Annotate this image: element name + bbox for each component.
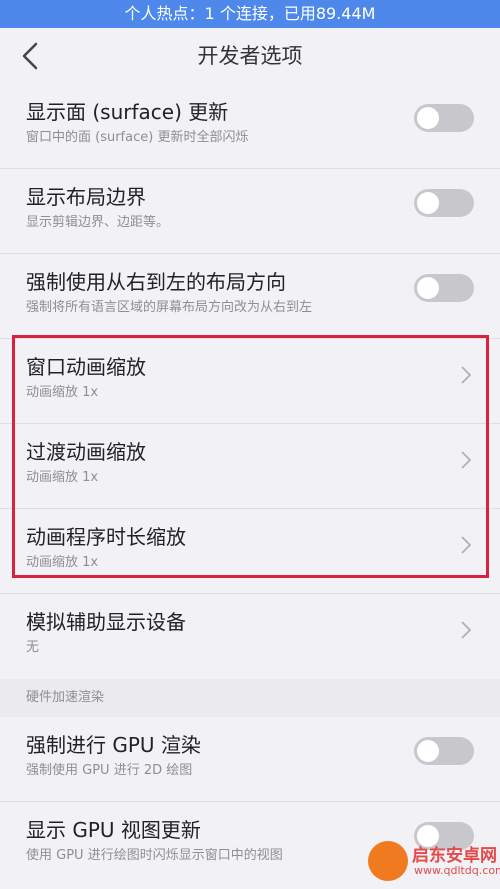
setting-simulate-secondary-displays[interactable]: 模拟辅助显示设备 无 xyxy=(0,594,500,679)
setting-title: 窗口动画缩放 xyxy=(26,355,146,379)
setting-transition-animation-scale[interactable]: 过渡动画缩放 动画缩放 1x xyxy=(0,424,500,509)
setting-subtitle: 无 xyxy=(26,640,40,655)
setting-title: 显示布局边界 xyxy=(26,185,146,209)
watermark-url: www.qdltdq.com xyxy=(414,864,500,877)
setting-subtitle: 动画缩放 1x xyxy=(26,385,99,400)
setting-subtitle: 使用 GPU 进行绘图时闪烁显示窗口中的视图 xyxy=(26,848,283,863)
chevron-right-icon xyxy=(461,366,472,384)
chevron-right-icon xyxy=(461,621,472,639)
chevron-right-icon xyxy=(461,451,472,469)
setting-title: 过渡动画缩放 xyxy=(26,440,146,464)
setting-title: 强制进行 GPU 渲染 xyxy=(26,733,201,757)
setting-title: 显示 GPU 视图更新 xyxy=(26,818,201,842)
setting-subtitle: 强制将所有语言区域的屏幕布局方向改为从右到左 xyxy=(26,300,313,315)
toggle-knob xyxy=(417,277,439,299)
force-gpu-toggle[interactable] xyxy=(414,737,474,765)
setting-show-layout-bounds[interactable]: 显示布局边界 显示剪辑边界、边距等。 xyxy=(0,169,500,254)
watermark-name: 启东安卓网 xyxy=(412,846,497,866)
setting-subtitle: 动画缩放 1x xyxy=(26,470,99,485)
watermark-logo: 启东安卓网 www.qdltdq.com xyxy=(368,839,500,883)
surface-updates-toggle[interactable] xyxy=(414,104,474,132)
hotspot-status-text: 个人热点：1 个连接，已用89.44M xyxy=(124,4,376,23)
setting-show-surface-updates[interactable]: 显示面 (surface) 更新 窗口中的面 (surface) 更新时全部闪烁 xyxy=(0,84,500,169)
force-rtl-toggle[interactable] xyxy=(414,274,474,302)
toggle-knob xyxy=(417,192,439,214)
chevron-right-icon xyxy=(461,536,472,554)
setting-title: 模拟辅助显示设备 xyxy=(26,610,186,634)
settings-list: 显示面 (surface) 更新 窗口中的面 (surface) 更新时全部闪烁… xyxy=(0,84,500,887)
setting-subtitle: 显示剪辑边界、边距等。 xyxy=(26,215,170,230)
toggle-knob xyxy=(417,740,439,762)
setting-force-rtl-layout[interactable]: 强制使用从右到左的布局方向 强制将所有语言区域的屏幕布局方向改为从右到左 xyxy=(0,254,500,339)
setting-animator-duration-scale[interactable]: 动画程序时长缩放 动画缩放 1x xyxy=(0,509,500,594)
layout-bounds-toggle[interactable] xyxy=(414,189,474,217)
setting-subtitle: 强制使用 GPU 进行 2D 绘图 xyxy=(26,763,193,778)
setting-window-animation-scale[interactable]: 窗口动画缩放 动画缩放 1x xyxy=(0,339,500,424)
setting-title: 显示面 (surface) 更新 xyxy=(26,100,229,124)
setting-subtitle: 窗口中的面 (surface) 更新时全部闪烁 xyxy=(26,130,249,145)
title-bar: 开发者选项 xyxy=(0,28,500,84)
section-header-hardware-rendering: 硬件加速渲染 xyxy=(0,679,500,717)
setting-subtitle: 动画缩放 1x xyxy=(26,555,99,570)
page-title: 开发者选项 xyxy=(197,44,303,68)
toggle-knob xyxy=(417,107,439,129)
setting-title: 动画程序时长缩放 xyxy=(26,525,186,549)
setting-title: 强制使用从右到左的布局方向 xyxy=(26,270,286,294)
status-bar: 个人热点：1 个连接，已用89.44M xyxy=(0,0,500,28)
setting-force-gpu-rendering[interactable]: 强制进行 GPU 渲染 强制使用 GPU 进行 2D 绘图 xyxy=(0,717,500,802)
watermark-icon xyxy=(368,841,408,881)
